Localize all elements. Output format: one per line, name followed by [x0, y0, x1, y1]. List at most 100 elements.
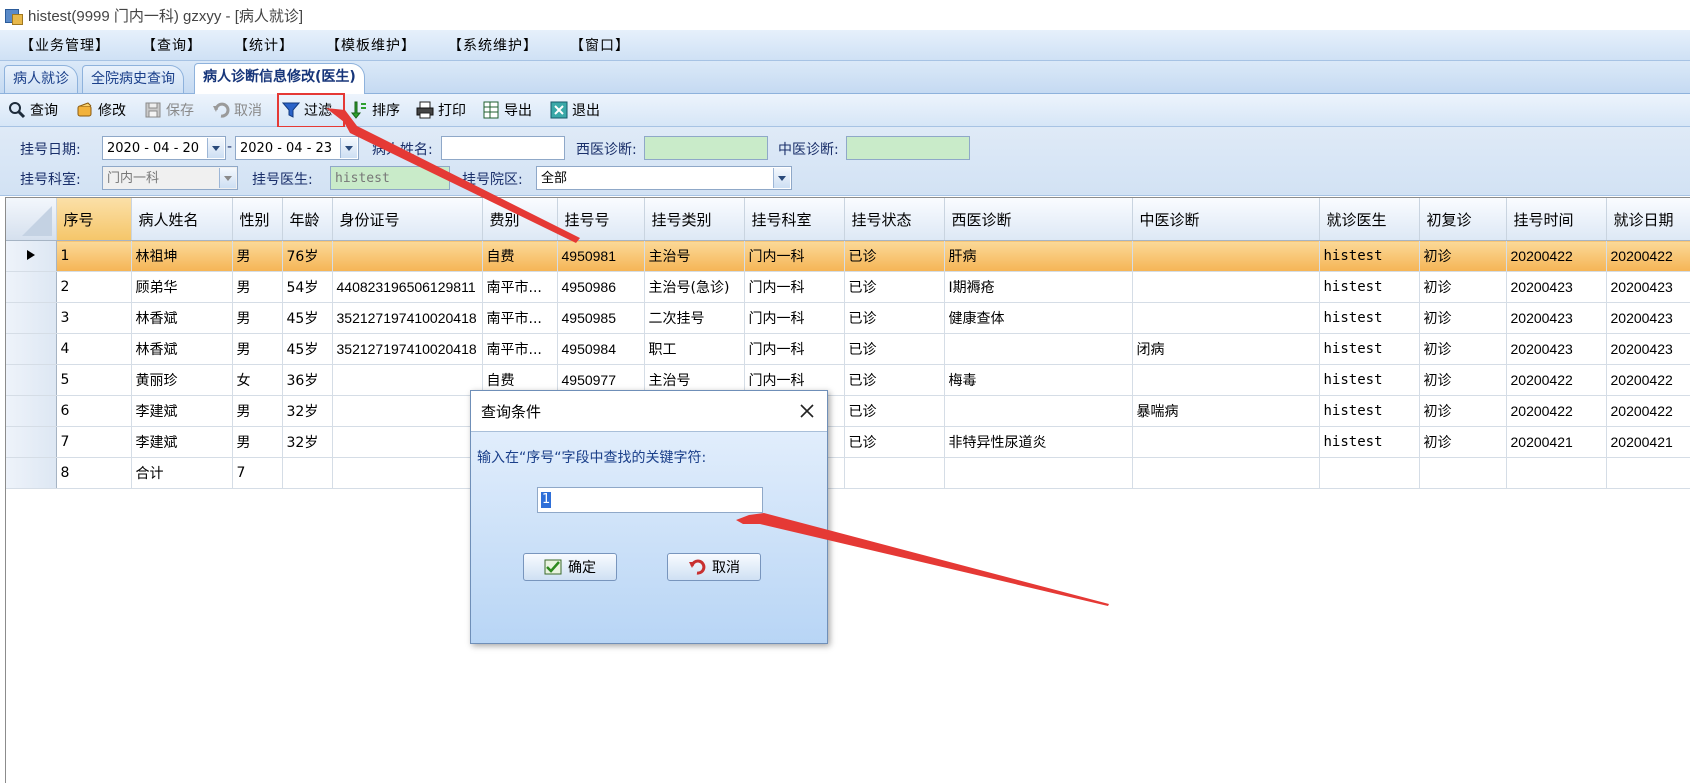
- col-header-id-number[interactable]: 身份证号: [332, 198, 483, 241]
- cell-sex[interactable]: 男: [232, 302, 283, 334]
- cell-age[interactable]: 76岁: [282, 240, 333, 272]
- tab-diagnosis-edit[interactable]: 病人诊断信息修改(医生): [194, 63, 365, 94]
- table-row[interactable]: 8 合计 7: [6, 457, 1690, 489]
- menu-query[interactable]: 【查询】: [130, 35, 214, 55]
- cell-age[interactable]: 32岁: [282, 426, 333, 458]
- col-header-sex[interactable]: 性别: [232, 198, 283, 241]
- col-header-reg-no[interactable]: 挂号号: [557, 198, 645, 241]
- cell-reg-status[interactable]: 已诊: [844, 364, 945, 396]
- row-header[interactable]: [6, 457, 57, 489]
- cell-patient-name[interactable]: 黄丽珍: [131, 364, 233, 396]
- chevron-down-icon[interactable]: [340, 138, 357, 158]
- cell-fee-type[interactable]: 南平市...: [482, 333, 558, 365]
- cell-reg-type[interactable]: 二次挂号: [644, 302, 745, 334]
- row-header[interactable]: [6, 302, 57, 334]
- cell-reg-no[interactable]: 4950981: [557, 240, 645, 272]
- cell-doctor[interactable]: histest: [1319, 333, 1420, 365]
- tab-patient-visit[interactable]: 病人就诊: [4, 65, 78, 93]
- col-header-chinese-dx[interactable]: 中医诊断: [1132, 198, 1320, 241]
- cell-reg-time[interactable]: 20200421: [1506, 426, 1607, 458]
- patient-name-input[interactable]: [441, 136, 565, 160]
- cell-sex[interactable]: 女: [232, 364, 283, 396]
- dialog-cancel-button[interactable]: 取消: [667, 553, 761, 581]
- exit-button[interactable]: 退出: [550, 98, 600, 122]
- row-header[interactable]: [6, 271, 57, 303]
- cell-seq[interactable]: 8: [56, 457, 132, 489]
- cell-first-visit[interactable]: 初诊: [1419, 426, 1507, 458]
- cell-age[interactable]: 36岁: [282, 364, 333, 396]
- cell-id-number[interactable]: 352127197410020418: [332, 302, 483, 334]
- cell-visit-date[interactable]: 20200421: [1606, 426, 1690, 458]
- cell-first-visit[interactable]: 初诊: [1419, 302, 1507, 334]
- cell-seq[interactable]: 7: [56, 426, 132, 458]
- table-row[interactable]: 3 林香斌男 45岁 352127197410020418 南平市... 4950985 二…: [6, 302, 1690, 334]
- cell-reg-status[interactable]: [844, 457, 945, 489]
- cell-reg-status[interactable]: 已诊: [844, 395, 945, 427]
- col-header-reg-dept[interactable]: 挂号科室: [744, 198, 845, 241]
- cell-reg-dept[interactable]: 门内一科: [744, 333, 845, 365]
- cell-id-number[interactable]: [332, 364, 483, 396]
- cell-western-dx[interactable]: [944, 333, 1133, 365]
- cell-visit-date[interactable]: 20200422: [1606, 364, 1690, 396]
- cell-chinese-dx[interactable]: [1132, 426, 1320, 458]
- cell-chinese-dx[interactable]: [1132, 457, 1320, 489]
- cell-doctor[interactable]: histest: [1319, 240, 1420, 272]
- col-header-reg-type[interactable]: 挂号类别: [644, 198, 745, 241]
- cell-doctor[interactable]: histest: [1319, 426, 1420, 458]
- cell-sex[interactable]: 7: [232, 457, 283, 489]
- cell-reg-time[interactable]: 20200423: [1506, 271, 1607, 303]
- cell-western-dx[interactable]: 健康查体: [944, 302, 1133, 334]
- cell-first-visit[interactable]: 初诊: [1419, 395, 1507, 427]
- cell-id-number[interactable]: [332, 395, 483, 427]
- cell-western-dx[interactable]: [944, 457, 1133, 489]
- chevron-down-icon[interactable]: [207, 138, 224, 158]
- col-header-western-dx[interactable]: 西医诊断: [944, 198, 1133, 241]
- chevron-down-icon[interactable]: [773, 168, 790, 188]
- cell-visit-date[interactable]: 20200423: [1606, 333, 1690, 365]
- cell-reg-status[interactable]: 已诊: [844, 240, 945, 272]
- cell-doctor[interactable]: [1319, 457, 1420, 489]
- cell-western-dx[interactable]: [944, 395, 1133, 427]
- cell-reg-time[interactable]: 20200422: [1506, 364, 1607, 396]
- cell-reg-dept[interactable]: 门内一科: [744, 271, 845, 303]
- cell-reg-status[interactable]: 已诊: [844, 271, 945, 303]
- western-diagnosis-input[interactable]: [644, 136, 768, 160]
- campus-select[interactable]: 全部: [536, 166, 792, 190]
- col-header-doctor[interactable]: 就诊医生: [1319, 198, 1420, 241]
- cell-patient-name[interactable]: 李建斌: [131, 395, 233, 427]
- sort-button[interactable]: 排序: [350, 98, 400, 122]
- cell-reg-type[interactable]: 主治号(急诊): [644, 271, 745, 303]
- cell-id-number[interactable]: [332, 426, 483, 458]
- cell-first-visit[interactable]: [1419, 457, 1507, 489]
- cell-age[interactable]: 32岁: [282, 395, 333, 427]
- cell-doctor[interactable]: histest: [1319, 364, 1420, 396]
- col-header-visit-date[interactable]: 就诊日期: [1606, 198, 1690, 241]
- cell-id-number[interactable]: 440823196506129811: [332, 271, 483, 303]
- cell-reg-no[interactable]: 4950986: [557, 271, 645, 303]
- cell-visit-date[interactable]: 20200422: [1606, 395, 1690, 427]
- cell-chinese-dx[interactable]: [1132, 364, 1320, 396]
- cell-chinese-dx[interactable]: [1132, 302, 1320, 334]
- cell-id-number[interactable]: [332, 457, 483, 489]
- row-header[interactable]: [6, 240, 57, 272]
- edit-button[interactable]: 修改: [76, 98, 126, 122]
- cell-age[interactable]: 45岁: [282, 302, 333, 334]
- cell-patient-name[interactable]: 林香斌: [131, 333, 233, 365]
- query-button[interactable]: 查询: [8, 98, 58, 122]
- row-header[interactable]: [6, 364, 57, 396]
- print-button[interactable]: 打印: [416, 98, 466, 122]
- menu-window[interactable]: 【窗口】: [558, 35, 642, 55]
- cell-western-dx[interactable]: 梅毒: [944, 364, 1133, 396]
- ok-button[interactable]: 确定: [523, 553, 617, 581]
- row-header[interactable]: [6, 395, 57, 427]
- close-icon[interactable]: [797, 401, 817, 421]
- col-header-first-visit[interactable]: 初复诊: [1419, 198, 1507, 241]
- table-row[interactable]: 4 林香斌男 45岁 352127197410020418 南平市... 4950984 职…: [6, 333, 1690, 365]
- cell-reg-type[interactable]: 主治号: [644, 240, 745, 272]
- cell-seq[interactable]: 6: [56, 395, 132, 427]
- col-header-patient-name[interactable]: 病人姓名: [131, 198, 233, 241]
- grid-corner[interactable]: [6, 198, 57, 241]
- col-header-reg-time[interactable]: 挂号时间: [1506, 198, 1607, 241]
- reg-date-from-picker[interactable]: 2020 - 04 - 20: [102, 136, 226, 160]
- doctor-input[interactable]: histest: [330, 166, 450, 190]
